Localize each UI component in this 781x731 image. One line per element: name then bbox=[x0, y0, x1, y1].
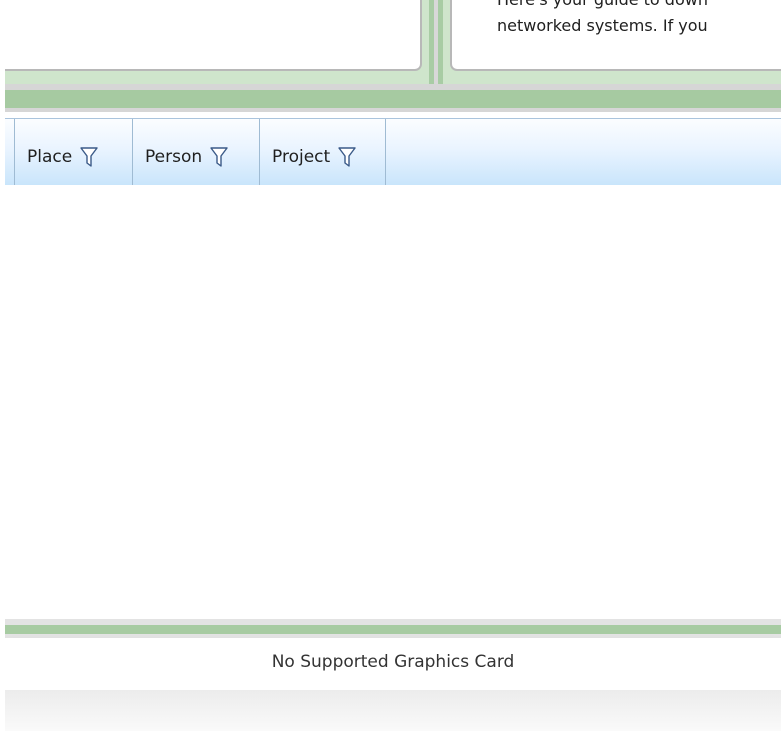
column-label: Person bbox=[145, 147, 203, 167]
guide-line: networked systems. If you bbox=[497, 16, 708, 35]
grid-body[interactable] bbox=[5, 185, 781, 619]
filter-icon[interactable] bbox=[338, 146, 356, 168]
top-panes: Here's your guide to down networked syst… bbox=[5, 0, 781, 84]
horizontal-splitter[interactable] bbox=[5, 84, 781, 112]
column-header-project[interactable]: Project bbox=[260, 119, 386, 185]
vertical-splitter[interactable] bbox=[429, 0, 443, 84]
column-header-person[interactable]: Person bbox=[133, 119, 260, 185]
column-header-place[interactable]: Place bbox=[15, 119, 133, 185]
filter-icon[interactable] bbox=[80, 146, 98, 168]
column-header-cut[interactable] bbox=[5, 119, 15, 185]
status-panel: No Supported Graphics Card bbox=[5, 638, 781, 690]
column-label: Place bbox=[27, 147, 73, 167]
bottom-area bbox=[5, 690, 781, 731]
guide-line: Here's your guide to down bbox=[497, 0, 781, 13]
grid-header: Place Person Project bbox=[5, 118, 781, 186]
filter-icon[interactable] bbox=[210, 146, 228, 168]
column-label: Project bbox=[272, 147, 331, 167]
status-message: No Supported Graphics Card bbox=[271, 652, 515, 672]
app-window: Here's your guide to down networked syst… bbox=[5, 0, 781, 731]
guide-pane: Here's your guide to down networked syst… bbox=[450, 0, 781, 71]
bottom-splitter[interactable] bbox=[5, 619, 781, 638]
guide-line bbox=[497, 39, 781, 65]
guide-text: Here's your guide to down networked syst… bbox=[497, 0, 781, 65]
left-top-pane bbox=[5, 0, 422, 71]
